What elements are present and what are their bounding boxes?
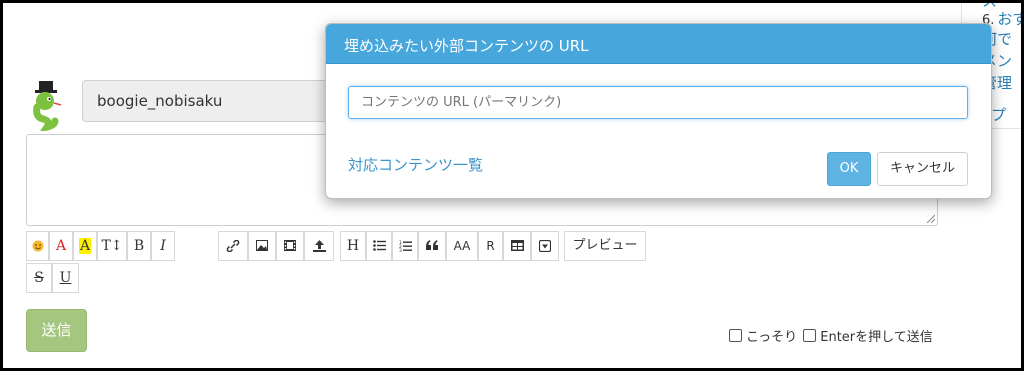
upload-icon [312, 240, 326, 252]
quote-icon [426, 240, 438, 250]
bold-button[interactable]: B [127, 231, 151, 261]
underline-icon: U [59, 270, 72, 286]
sidebar-item-partial[interactable]: ス [982, 3, 997, 10]
underline-button[interactable]: U [52, 263, 79, 293]
movie-icon [284, 240, 296, 251]
send-button[interactable]: 送信 [26, 309, 87, 352]
emoji-icon [32, 240, 43, 252]
secret-checkbox[interactable] [729, 329, 742, 342]
ruby-button[interactable]: R [478, 231, 503, 261]
image-icon [256, 240, 268, 251]
numbered-list-icon: 123 [399, 240, 412, 252]
highlight-icon: A [78, 238, 92, 254]
supported-content-link[interactable]: 対応コンテンツ一覧 [348, 154, 483, 175]
highlight-button[interactable]: A [73, 231, 97, 261]
link-button[interactable] [218, 231, 248, 261]
heading-button[interactable]: H [340, 231, 366, 261]
font-color-button[interactable]: A [49, 231, 73, 261]
cancel-button[interactable]: キャンセル [877, 152, 968, 186]
comment-page: ス 6.おす 何で メン 管理 ップ boogie_nobisaku A A T… [3, 3, 1021, 368]
movie-button[interactable] [276, 231, 304, 261]
enter-send-checkbox[interactable] [803, 329, 817, 342]
font-color-icon: A [55, 238, 67, 254]
ok-button[interactable]: OK [827, 152, 871, 186]
enter-send-label: Enterを押して送信 [820, 330, 933, 345]
username-field: boogie_nobisaku [82, 80, 342, 122]
bulleted-list-icon [372, 240, 386, 251]
emoji-button[interactable] [26, 231, 49, 261]
svg-text:3: 3 [399, 248, 402, 252]
ruby-icon: R [486, 239, 495, 253]
quote-button[interactable] [418, 231, 446, 261]
numbered-list-button[interactable]: 123 [392, 231, 418, 261]
secret-label: こっそり [746, 330, 798, 345]
font-size-icon: T↕ [101, 238, 123, 254]
strikethrough-icon: S [34, 270, 44, 286]
preview-button[interactable]: プレビュー [564, 231, 646, 261]
table-button[interactable] [503, 231, 531, 261]
aa-icon: AA [453, 239, 471, 253]
image-button[interactable] [248, 231, 276, 261]
table-icon [510, 240, 524, 251]
dialog-title: 埋め込みたい外部コンテンツの URL [326, 24, 991, 64]
post-options: こっそり Enterを押して送信 [729, 326, 933, 345]
resize-grip-icon[interactable] [925, 213, 935, 223]
url-input[interactable] [348, 86, 968, 119]
link-icon [226, 240, 240, 252]
font-size-button[interactable]: T↕ [97, 231, 127, 261]
italic-button[interactable]: I [151, 231, 175, 261]
strikethrough-button[interactable]: S [26, 263, 52, 293]
italic-icon: I [160, 238, 166, 254]
embed-icon [539, 240, 551, 252]
bold-icon: B [133, 238, 145, 254]
aa-button[interactable]: AA [446, 231, 478, 261]
embed-url-dialog: 埋め込みたい外部コンテンツの URL 対応コンテンツ一覧 OK キャンセル [325, 23, 992, 199]
avatar [25, 81, 73, 133]
embed-button[interactable] [531, 231, 559, 261]
bulleted-list-button[interactable] [366, 231, 392, 261]
upload-button[interactable] [304, 231, 334, 261]
heading-icon: H [346, 238, 360, 254]
